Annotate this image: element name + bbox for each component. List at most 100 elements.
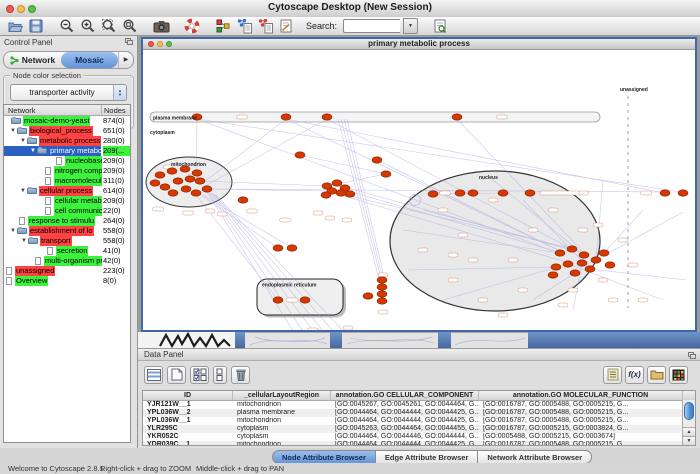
zoom-fit-icon[interactable] — [100, 18, 118, 35]
tree-row[interactable]: unassigned223(0) — [4, 266, 130, 276]
attribute-list-icon[interactable] — [603, 366, 622, 384]
tree-row[interactable]: secretion41(0) — [4, 246, 130, 256]
tab-node-attribute-browser[interactable]: Node Attribute Browser — [272, 450, 376, 464]
unselect-attributes-icon[interactable] — [213, 366, 227, 384]
table-cell: mitochondrion — [233, 441, 331, 446]
snapshot-camera-icon[interactable] — [152, 18, 170, 35]
tree-row-node-count: 311(0) — [103, 176, 131, 186]
select-attributes-icon[interactable] — [144, 366, 163, 384]
tab-mosaic[interactable]: Mosaic — [61, 52, 118, 68]
annotation-icon[interactable] — [277, 18, 295, 35]
function-builder-icon[interactable]: f(x) — [625, 366, 644, 384]
tree-column-nodes: Nodes — [104, 106, 126, 115]
new-attribute-icon[interactable] — [167, 366, 186, 384]
scrollbar-thumb[interactable] — [684, 402, 694, 420]
tree-row-node-count: 41(0) — [103, 246, 131, 256]
tree-expand-icon[interactable]: ▼ — [20, 136, 26, 146]
vizmapper-icon[interactable] — [214, 18, 232, 35]
table-row[interactable]: YJR121W__1mitochondrion[GO:0045267, GO:0… — [143, 401, 695, 409]
tree-row-label: establishment of lo — [29, 226, 94, 236]
import-folder-icon[interactable] — [647, 366, 666, 384]
tree-row-label: biological_process — [29, 126, 93, 136]
network-canvas[interactable]: plasma membrane cytoplasm mitochondrion … — [143, 50, 695, 330]
main-toolbar: Search: ▼ — [0, 17, 700, 36]
select-all-attributes-icon[interactable] — [190, 366, 209, 384]
search-dropdown-arrow[interactable]: ▼ — [403, 18, 418, 34]
tree-expand-icon[interactable]: ▼ — [20, 186, 26, 196]
open-file-icon[interactable] — [6, 18, 24, 35]
file-icon — [45, 207, 51, 215]
window-titlebar: Cytoscape Desktop (New Session) — [0, 0, 700, 18]
float-panel-icon[interactable] — [688, 352, 696, 359]
tab-network[interactable]: Network — [4, 52, 61, 68]
tree-header: Network Nodes — [4, 105, 130, 116]
control-panel-title: Control Panel — [4, 38, 52, 47]
tree-row[interactable]: ▼transport558(0) — [4, 236, 130, 246]
table-row[interactable]: YPL036W__1mitochondrion[GO:0044464, GO:0… — [143, 417, 695, 425]
network-view-window: primary metabolic process plasma me — [141, 37, 697, 332]
save-session-icon[interactable] — [27, 18, 45, 35]
column-molecular-function[interactable]: annotation.GO MOLECULAR_FUNCTION — [479, 391, 683, 400]
tree-row[interactable]: mosaic-demo-yeast874(0) — [4, 116, 130, 126]
file-icon — [6, 277, 12, 285]
table-row[interactable]: YPL036W__2plasma membrane[GO:0044464, GO… — [143, 409, 695, 417]
tree-row[interactable]: cellular metabol209(0) — [4, 196, 130, 206]
tree-row[interactable]: response to stimulu264(0) — [4, 216, 130, 226]
tab-overflow-arrow[interactable]: ▶ — [118, 52, 133, 68]
tab-mosaic-label: Mosaic — [75, 55, 104, 65]
import-attributes-icon[interactable] — [256, 18, 274, 35]
file-icon — [6, 267, 12, 275]
table-row[interactable]: YLR295Ccytoplasm[GO:0045263, GO:0044464,… — [143, 425, 695, 433]
tree-expand-icon[interactable]: ▼ — [30, 146, 36, 156]
tree-expand-icon[interactable]: ▼ — [10, 126, 16, 136]
tree-row[interactable]: cell communicati22(0) — [4, 206, 130, 216]
import-network-icon[interactable] — [235, 18, 253, 35]
tab-network-attribute-browser[interactable]: Network Attribute Browser — [478, 450, 592, 464]
tree-row-node-count: 22(0) — [103, 206, 131, 216]
delete-attribute-trash-icon[interactable] — [231, 366, 250, 384]
help-lifesaver-icon[interactable] — [183, 18, 201, 35]
tree-expand-icon[interactable]: ▼ — [21, 236, 27, 246]
tree-row[interactable]: multi-organism pro42(0) — [4, 256, 130, 266]
tree-row[interactable]: ▼cellular process614(0) — [4, 186, 130, 196]
tree-row[interactable]: macromolecule311(0) — [4, 176, 130, 186]
column-layout-region[interactable]: _cellularLayoutRegion — [233, 391, 331, 400]
tree-row[interactable]: ▼primary metabol209(... — [4, 146, 130, 156]
table-scrollbar[interactable]: ▲ ▼ — [682, 400, 695, 445]
tree-row[interactable]: ▼establishment of lo558(0) — [4, 226, 130, 236]
column-cellular-component[interactable]: annotation.GO CELLULAR_COMPONENT — [331, 391, 479, 400]
table-row[interactable]: YDR039C__1mitochondrion[GO:0044464, GO:0… — [143, 441, 695, 446]
table-cell: [GO:0016787, GO:0005215, GO:0003824, G..… — [479, 425, 683, 433]
tree-row[interactable]: nucleobase-co209(0) — [4, 156, 130, 166]
tree-expand-icon[interactable]: ▼ — [10, 226, 16, 236]
matrix-view-icon[interactable] — [669, 366, 688, 384]
dropdown-stepper-icon: ▲▼ — [113, 85, 126, 100]
zoom-out-icon[interactable] — [58, 18, 76, 35]
tree-row-label: response to stimulu — [28, 216, 95, 226]
scroll-down-icon[interactable]: ▼ — [683, 436, 695, 445]
table-cell: YLR295C — [143, 425, 233, 433]
table-cell: [GO:0045267, GO:0045261, GO:0044464, G..… — [331, 401, 479, 409]
tree-row-label: cell communicati — [54, 206, 102, 216]
network-view-titlebar[interactable]: primary metabolic process — [143, 39, 695, 50]
zoom-selected-icon[interactable] — [121, 18, 139, 35]
background-titlebar-fragment — [330, 332, 342, 348]
search-options-icon[interactable] — [431, 18, 449, 35]
table-cell: YPL036W__1 — [143, 417, 233, 425]
table-cell: [GO:0016787, GO:0005488, GO:0005215, G..… — [479, 441, 683, 446]
tree-row[interactable]: nitrogen compou209(0) — [4, 166, 130, 176]
tree-row[interactable]: ▼metabolic process280(0) — [4, 136, 130, 146]
background-windows-strip — [138, 332, 700, 348]
table-row[interactable]: YKR052Ccytoplasm[GO:0044464, GO:0044446,… — [143, 433, 695, 441]
zoom-in-icon[interactable] — [79, 18, 97, 35]
folder-icon — [17, 228, 27, 234]
tab-edge-attribute-browser[interactable]: Edge Attribute Browser — [376, 450, 478, 464]
column-id[interactable]: ID — [143, 391, 233, 400]
tree-row[interactable]: ▼biological_process651(0) — [4, 126, 130, 136]
folder-icon — [11, 118, 21, 124]
float-panel-icon[interactable] — [125, 38, 133, 45]
scroll-up-icon[interactable]: ▲ — [683, 427, 695, 436]
search-input[interactable] — [343, 19, 400, 33]
node-color-dropdown[interactable]: transporter activity ▲▼ — [10, 84, 127, 101]
tree-row[interactable]: Overview8(0) — [4, 276, 130, 286]
